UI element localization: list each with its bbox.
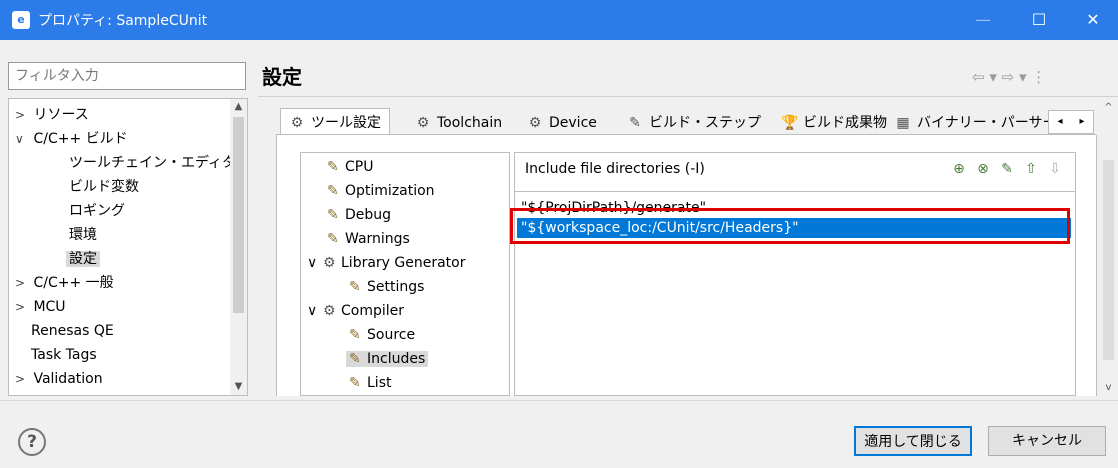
maximize-button[interactable]: ☐ <box>1016 0 1062 40</box>
tree-item-environment[interactable]: 環境 <box>69 223 97 247</box>
page-title: 設定 <box>262 65 302 89</box>
scroll-down-icon[interactable]: v <box>1100 380 1117 396</box>
cancel-button[interactable]: キャンセル <box>988 426 1106 456</box>
app-icon: e <box>12 11 30 29</box>
chevron-down-icon[interactable]: ∨ <box>307 251 323 275</box>
chevron-right-icon[interactable]: > <box>15 271 29 295</box>
tree-item-cpp-build[interactable]: ∨ C/C++ ビルド <box>15 127 128 151</box>
tree-item-mcu[interactable]: > MCU <box>15 295 66 319</box>
tool-tree-item[interactable]: ✎ Source <box>349 323 415 347</box>
tree-item-toolchain-editor[interactable]: ツールチェイン・エディター <box>69 151 247 175</box>
settings-icon: ✎ <box>349 279 361 295</box>
gear-icon: ⚙ <box>323 255 336 271</box>
chevron-right-icon[interactable]: > <box>15 295 29 319</box>
settings-icon: ✎ <box>327 231 339 247</box>
settings-icon: ✎ <box>349 351 361 367</box>
tree-item-build-variables[interactable]: ビルド変数 <box>69 175 139 199</box>
settings-icon: ✎ <box>349 375 361 391</box>
tool-tree-item[interactable]: ✎ Warnings <box>327 227 410 251</box>
wand-icon: ✎ <box>629 115 641 131</box>
scroll-thumb[interactable] <box>233 117 244 313</box>
main-scrollbar[interactable]: ^ v <box>1100 100 1117 396</box>
filter-input[interactable] <box>8 62 246 90</box>
tool-tree-item-library-generator[interactable]: ∨ ⚙ Library Generator <box>307 251 466 275</box>
tree-item-resources[interactable]: > リソース <box>15 103 89 127</box>
include-label: Include file directories (-I) <box>525 161 705 177</box>
scroll-up-icon[interactable]: ^ <box>1100 100 1117 116</box>
tool-settings-tree: ✎ CPU ✎ Optimization ✎ Debug ✎ Warnings ∨ ⚙ Li… <box>300 152 510 396</box>
add-icon[interactable]: ⊕ <box>947 161 971 177</box>
tool-tree-item[interactable]: ✎ Debug <box>327 203 391 227</box>
include-directories-panel: Include file directories (-I) ⊕ ⊗ ✎ ⇧ ⇩ "${P… <box>514 152 1076 396</box>
properties-tree: > リソース ∨ C/C++ ビルド ツールチェイン・エディター ビルド変数 ロ… <box>8 98 248 396</box>
tab-tool-settings[interactable]: ⚙ ツール設定 <box>280 108 390 137</box>
tree-item-validation[interactable]: > Validation <box>15 367 103 391</box>
chevron-down-icon[interactable]: ∨ <box>307 299 323 323</box>
move-down-icon[interactable]: ⇩ <box>1043 161 1067 177</box>
move-up-icon[interactable]: ⇧ <box>1019 161 1043 177</box>
edit-icon[interactable]: ✎ <box>995 161 1019 177</box>
highlight-box <box>510 208 1070 244</box>
tab-binary-parser[interactable]: ▦ バイナリー・パーサー <box>886 108 1065 136</box>
gear-icon: ⚙ <box>323 303 336 319</box>
tool-tree-item[interactable]: ✎ CPU <box>327 155 373 179</box>
scroll-up-icon[interactable]: ▲ <box>230 99 247 115</box>
tree-item-task-tags[interactable]: Task Tags <box>31 343 97 367</box>
tool-tree-item-includes[interactable]: ✎ Includes <box>346 347 429 371</box>
settings-icon: ✎ <box>349 327 361 343</box>
tab-build-artifact[interactable]: 🏆 ビルド成果物 <box>772 108 896 136</box>
scroll-down-icon[interactable]: ▼ <box>230 379 247 395</box>
tree-item-settings[interactable]: 設定 <box>66 247 100 271</box>
scroll-right-icon[interactable]: ▸ <box>1071 111 1093 133</box>
tab-toolchain[interactable]: ⚙ Toolchain <box>406 108 511 136</box>
history-nav-icons[interactable]: ⇦ ▾ ⇨ ▾ ⋮ <box>972 68 1112 88</box>
chevron-right-icon[interactable]: > <box>15 103 29 127</box>
settings-icon: ✎ <box>327 183 339 199</box>
tool-tree-item[interactable]: ✎ Optimization <box>327 179 435 203</box>
chevron-down-icon[interactable]: ∨ <box>15 127 29 151</box>
title-bar: e プロパティ: SampleCUnit — ☐ ✕ <box>0 0 1118 40</box>
window-title: プロパティ: SampleCUnit <box>38 13 208 29</box>
apply-and-close-button[interactable]: 適用して閉じる <box>854 426 972 456</box>
tool-tree-item[interactable]: ✎ List <box>349 371 391 395</box>
gear-icon: ⚙ <box>290 115 304 131</box>
tree-scrollbar[interactable]: ▲ ▼ <box>230 99 247 395</box>
chevron-right-icon[interactable]: > <box>15 367 29 391</box>
close-button[interactable]: ✕ <box>1070 0 1116 40</box>
tree-item-logging[interactable]: ロギング <box>69 199 125 223</box>
gear-icon: ⚙ <box>416 115 430 131</box>
scroll-thumb[interactable] <box>1103 160 1114 360</box>
tree-item-cpp-general[interactable]: > C/C++ 一般 <box>15 271 114 295</box>
tool-tree-item[interactable]: ✎ Settings <box>349 275 424 299</box>
tab-build-steps[interactable]: ✎ ビルド・ステップ <box>618 108 770 136</box>
tab-device[interactable]: ⚙ Device <box>518 108 606 136</box>
tab-scroll-buttons[interactable]: ◂ ▸ <box>1048 110 1094 134</box>
include-toolbar: ⊕ ⊗ ✎ ⇧ ⇩ <box>947 161 1067 177</box>
help-icon[interactable]: ? <box>18 428 46 456</box>
scroll-left-icon[interactable]: ◂ <box>1049 111 1071 133</box>
delete-icon[interactable]: ⊗ <box>971 161 995 177</box>
settings-icon: ✎ <box>327 159 339 175</box>
settings-icon: ✎ <box>327 207 339 223</box>
minimize-button[interactable]: — <box>960 0 1006 40</box>
binary-icon: ▦ <box>896 115 910 131</box>
gear-icon: ⚙ <box>528 115 542 131</box>
tool-tree-item-compiler[interactable]: ∨ ⚙ Compiler <box>307 299 404 323</box>
tree-item-renesas-qe[interactable]: Renesas QE <box>31 319 114 343</box>
divider <box>258 96 1118 97</box>
trophy-icon: 🏆 <box>781 115 799 131</box>
